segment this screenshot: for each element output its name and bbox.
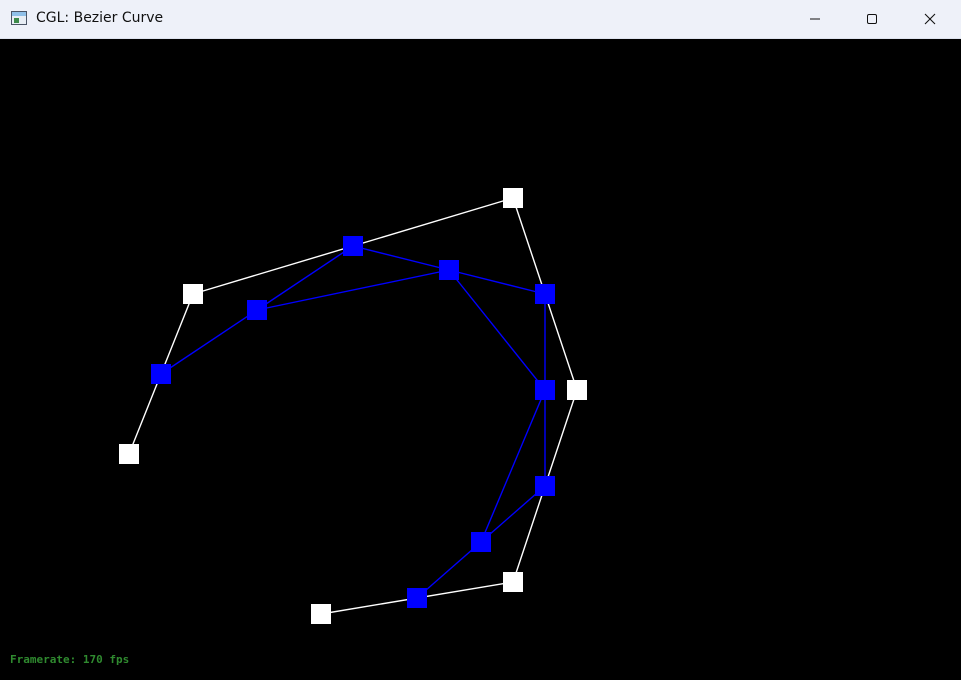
subdivision-point [247,300,267,320]
control-point[interactable] [311,604,331,624]
maximize-button[interactable] [843,0,901,38]
subdivision-point [343,236,363,256]
control-point[interactable] [503,572,523,592]
subdivision-point [471,532,491,552]
app-window: CGL: Bezier Curve Framerate: 170 fps [0,0,961,680]
framerate-label: Framerate: 170 fps [10,653,130,666]
subdivision-segment [480,389,546,543]
minimize-button[interactable] [786,0,844,38]
subdivision-segment [352,245,450,271]
app-window-icon [11,11,27,25]
control-point[interactable] [503,188,523,208]
control-point[interactable] [119,444,139,464]
subdivision-segment [448,269,546,391]
control-point[interactable] [567,380,587,400]
close-button[interactable] [901,0,959,38]
subdivision-point [407,588,427,608]
maximize-icon [867,14,877,24]
close-icon [924,13,936,25]
title-bar[interactable]: CGL: Bezier Curve [0,0,961,39]
subdivision-point [535,284,555,304]
window-title: CGL: Bezier Curve [36,10,164,26]
framerate-readout: Framerate: 170 fps [10,653,129,666]
subdivision-point [151,364,171,384]
subdivision-point [535,380,555,400]
subdivision-point [535,476,555,496]
control-point[interactable] [183,284,203,304]
minimize-icon [810,18,820,20]
subdivision-point [439,260,459,280]
subdivision-segment [448,269,546,295]
render-viewport[interactable] [1,39,960,680]
bezier-scene [119,188,587,624]
subdivision-segment [160,309,258,375]
